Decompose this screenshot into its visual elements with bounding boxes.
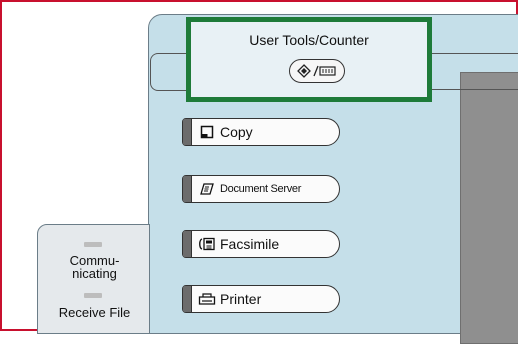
facsimile-icon [198, 235, 216, 253]
button-cap [183, 176, 192, 202]
printer-label: Printer [220, 291, 262, 307]
receive-file-led [84, 293, 102, 298]
facsimile-label: Facsimile [220, 236, 280, 252]
communicating-led [84, 242, 102, 247]
user-tools-highlight: User Tools/Counter [186, 17, 432, 102]
copy-icon [198, 123, 216, 141]
button-cap [183, 119, 192, 145]
printer-icon [198, 290, 216, 308]
button-cap [183, 231, 192, 257]
copy-label: Copy [220, 124, 253, 140]
button-cap [183, 286, 192, 312]
document-server-icon [198, 180, 216, 198]
user-tools-counter-key[interactable] [289, 59, 345, 83]
document-server-label: Document Server [220, 183, 302, 195]
printer-button[interactable]: Printer [182, 285, 340, 313]
document-server-button[interactable]: Document Server [182, 175, 340, 203]
communicating-label: Commu- nicating [69, 253, 120, 281]
facsimile-button[interactable]: Facsimile [182, 230, 340, 258]
user-tools-counter-icon [297, 64, 337, 78]
status-indicator-panel: Commu- nicating Receive File [37, 224, 150, 334]
user-tools-label: User Tools/Counter [249, 32, 369, 48]
copy-button[interactable]: Copy [182, 118, 340, 146]
display-screen [460, 72, 518, 344]
receive-file-label: Receive File [58, 305, 131, 320]
